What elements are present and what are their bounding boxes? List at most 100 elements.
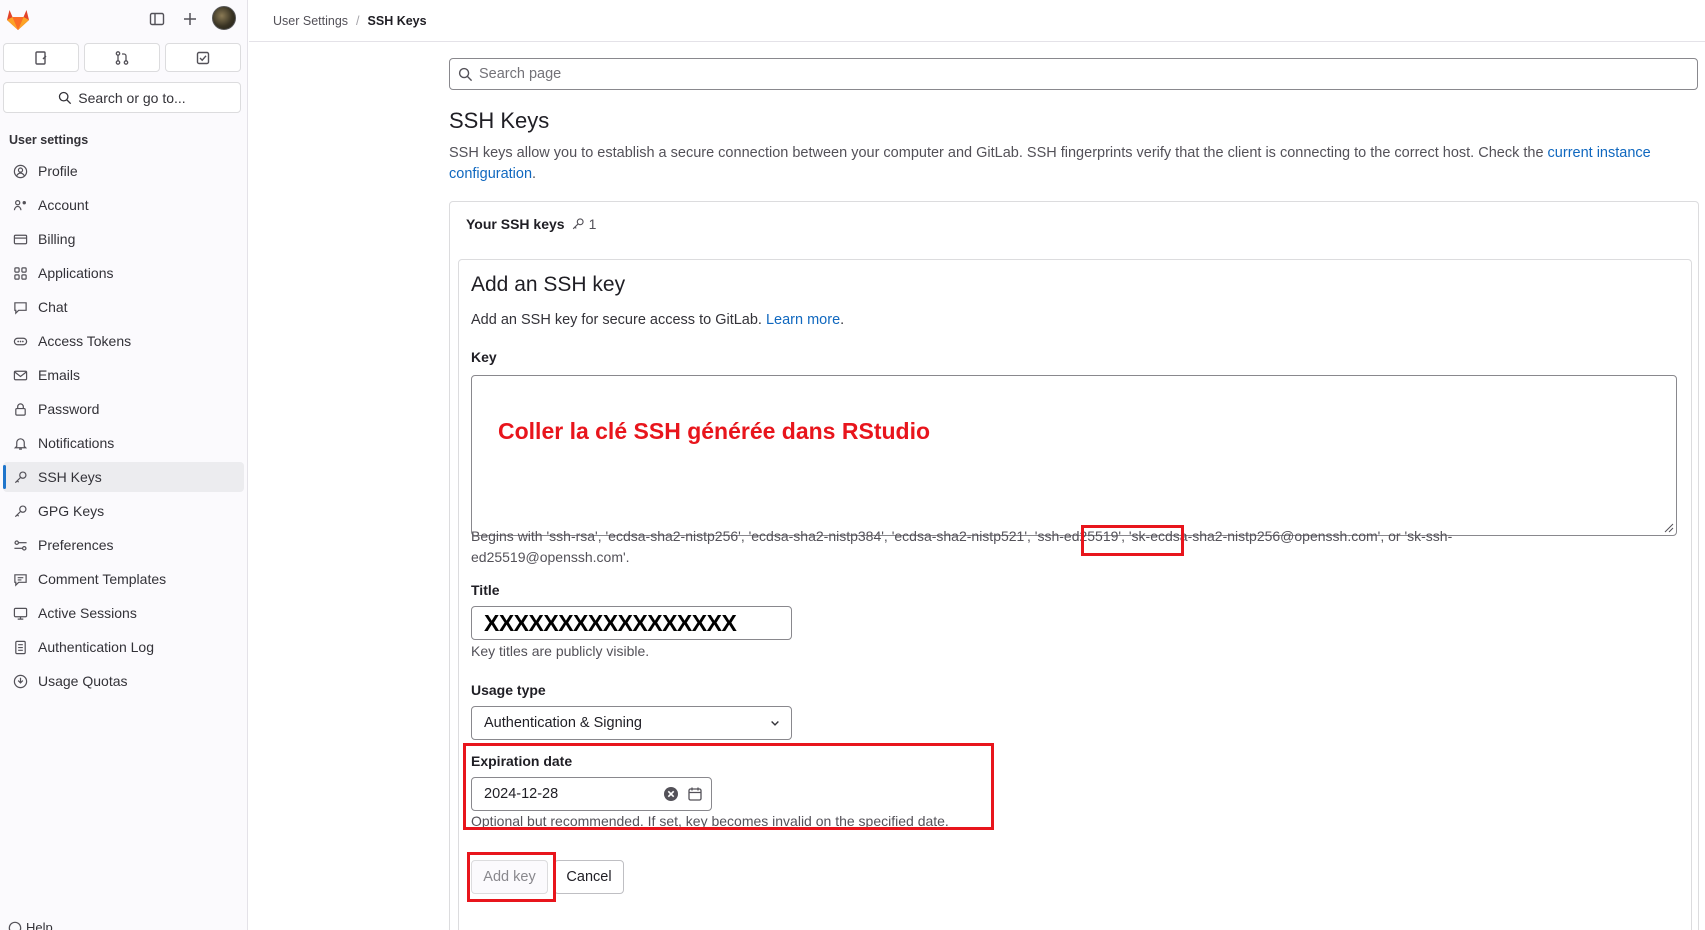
sidebar-item-chat[interactable]: Chat — [3, 292, 244, 322]
page-description-text: SSH keys allow you to establish a secure… — [449, 145, 1548, 161]
key-help-line-1: Begins with 'ssh-rsa', 'ecdsa-sha2-nistp… — [471, 528, 1453, 544]
sidebar-item-ssh-keys[interactable]: SSH Keys — [3, 462, 244, 492]
learn-more-link[interactable]: Learn more — [766, 312, 840, 328]
annotation-highlight-ed25519 — [1081, 525, 1184, 556]
sidebar-item-account[interactable]: Account — [3, 190, 244, 220]
sidebar-item-active-sessions[interactable]: Active Sessions — [3, 598, 244, 628]
sidebar-item-usage-quotas[interactable]: Usage Quotas — [3, 666, 244, 696]
breadcrumb-separator: / — [356, 13, 360, 28]
sidebar-search-button[interactable]: Search or go to... — [3, 82, 241, 113]
sidebar-item-authentication-log[interactable]: Authentication Log — [3, 632, 244, 662]
annotation-highlight-expiration — [463, 743, 994, 830]
annotation-highlight-add-key — [467, 852, 556, 902]
sidebar-item-label: Authentication Log — [38, 639, 154, 655]
todo-icon — [196, 51, 210, 64]
key-icon — [11, 468, 29, 486]
bell-icon — [11, 434, 29, 452]
preferences-icon — [11, 536, 29, 554]
sidebar-item-label: Account — [38, 197, 89, 213]
breadcrumb-current: SSH Keys — [367, 13, 427, 28]
sidebar-toggle-icon[interactable] — [147, 9, 167, 29]
app-window: Search or go to... User settings Profile… — [0, 0, 1705, 930]
sidebar-top — [0, 0, 248, 40]
key-count: 1 — [588, 216, 597, 232]
sidebar-item-emails[interactable]: Emails — [3, 360, 244, 390]
sidebar-item-preferences[interactable]: Preferences — [3, 530, 244, 560]
title-input-value: XXXXXXXXXXXXXXXXX — [484, 609, 737, 636]
page-search-input[interactable]: Search page — [449, 58, 1698, 90]
cancel-button[interactable]: Cancel — [554, 860, 624, 894]
key-icon — [572, 218, 584, 230]
sidebar-nav: Profile Account Billing Applications Chat Acc… — [3, 156, 244, 700]
sidebar-item-profile[interactable]: Profile — [3, 156, 244, 186]
help-icon — [8, 921, 22, 930]
sidebar-item-label: Chat — [38, 299, 68, 315]
issues-button[interactable] — [3, 43, 79, 72]
sidebar-item-label: SSH Keys — [38, 469, 102, 485]
key-textarea[interactable]: Coller la clé SSH générée dans RStudio — [471, 375, 1677, 536]
sidebar: Search or go to... User settings Profile… — [0, 0, 248, 930]
log-icon — [11, 638, 29, 656]
sidebar-item-label: Preferences — [38, 537, 114, 553]
sidebar-item-label: Active Sessions — [38, 605, 137, 621]
merge-request-icon — [115, 50, 129, 65]
usage-type-select[interactable]: Authentication & Signing — [471, 706, 792, 740]
resize-handle-icon[interactable] — [1664, 523, 1674, 533]
sidebar-item-access-tokens[interactable]: Access Tokens — [3, 326, 244, 356]
token-icon — [11, 332, 29, 350]
sidebar-item-label: GPG Keys — [38, 503, 105, 519]
page-description-end: . — [532, 166, 537, 182]
quota-icon — [11, 672, 29, 690]
key-count-badge: 1 — [571, 216, 597, 232]
avatar[interactable] — [212, 6, 236, 30]
comment-icon — [11, 570, 29, 588]
chat-icon — [11, 298, 29, 316]
page-search-placeholder: Search page — [479, 66, 562, 82]
search-icon — [458, 67, 473, 81]
form-description-end: . — [840, 312, 845, 328]
card-header: Your SSH keys 1 — [466, 216, 596, 232]
form-description: Add an SSH key for secure access to GitL… — [471, 312, 844, 328]
sidebar-item-label: Emails — [38, 367, 81, 383]
gitlab-logo-icon[interactable] — [5, 6, 31, 32]
key-icon — [11, 502, 29, 520]
plus-icon[interactable] — [180, 9, 200, 29]
sidebar-item-label: Password — [38, 401, 100, 417]
help-label: Help — [26, 920, 53, 930]
issues-icon — [35, 50, 47, 65]
account-icon — [11, 196, 29, 214]
breadcrumb-parent-link[interactable]: User Settings — [273, 14, 348, 28]
page-description: SSH keys allow you to establish a secure… — [449, 143, 1699, 185]
main-content: Search page SSH Keys SSH keys allow you … — [449, 42, 1699, 930]
page-title: SSH Keys — [449, 108, 550, 133]
merge-requests-button[interactable] — [84, 43, 160, 72]
sidebar-item-label: Applications — [38, 265, 114, 281]
form-title: Add an SSH key — [471, 273, 626, 296]
add-ssh-key-form: Add an SSH key Add an SSH key for secure… — [458, 259, 1692, 930]
sidebar-item-applications[interactable]: Applications — [3, 258, 244, 288]
sidebar-item-password[interactable]: Password — [3, 394, 244, 424]
todos-button[interactable] — [165, 43, 241, 72]
applications-icon — [11, 264, 29, 282]
profile-icon — [11, 162, 29, 180]
sidebar-section-title: User settings — [9, 133, 89, 147]
sidebar-shortcut-tabs — [3, 43, 241, 72]
sidebar-item-gpg-keys[interactable]: GPG Keys — [3, 496, 244, 526]
monitor-icon — [11, 604, 29, 622]
annotation-overlay-text: Coller la clé SSH générée dans RStudio — [498, 418, 931, 444]
sidebar-item-notifications[interactable]: Notifications — [3, 428, 244, 458]
key-help-text: Begins with 'ssh-rsa', 'ecdsa-sha2-nistp… — [471, 526, 1452, 568]
lock-icon — [11, 400, 29, 418]
help-button[interactable]: Help — [8, 920, 53, 930]
sidebar-item-label: Profile — [38, 163, 78, 179]
billing-icon — [11, 230, 29, 248]
sidebar-item-billing[interactable]: Billing — [3, 224, 244, 254]
sidebar-item-comment-templates[interactable]: Comment Templates — [3, 564, 244, 594]
title-label: Title — [471, 582, 500, 598]
key-label: Key — [471, 349, 497, 365]
sidebar-item-label: Comment Templates — [38, 571, 167, 587]
title-input[interactable]: XXXXXXXXXXXXXXXXX — [471, 606, 792, 640]
card-title: Your SSH keys — [466, 216, 565, 232]
ssh-keys-card: Your SSH keys 1 Add an SSH key Add an SS… — [449, 201, 1699, 930]
search-icon — [59, 91, 72, 104]
